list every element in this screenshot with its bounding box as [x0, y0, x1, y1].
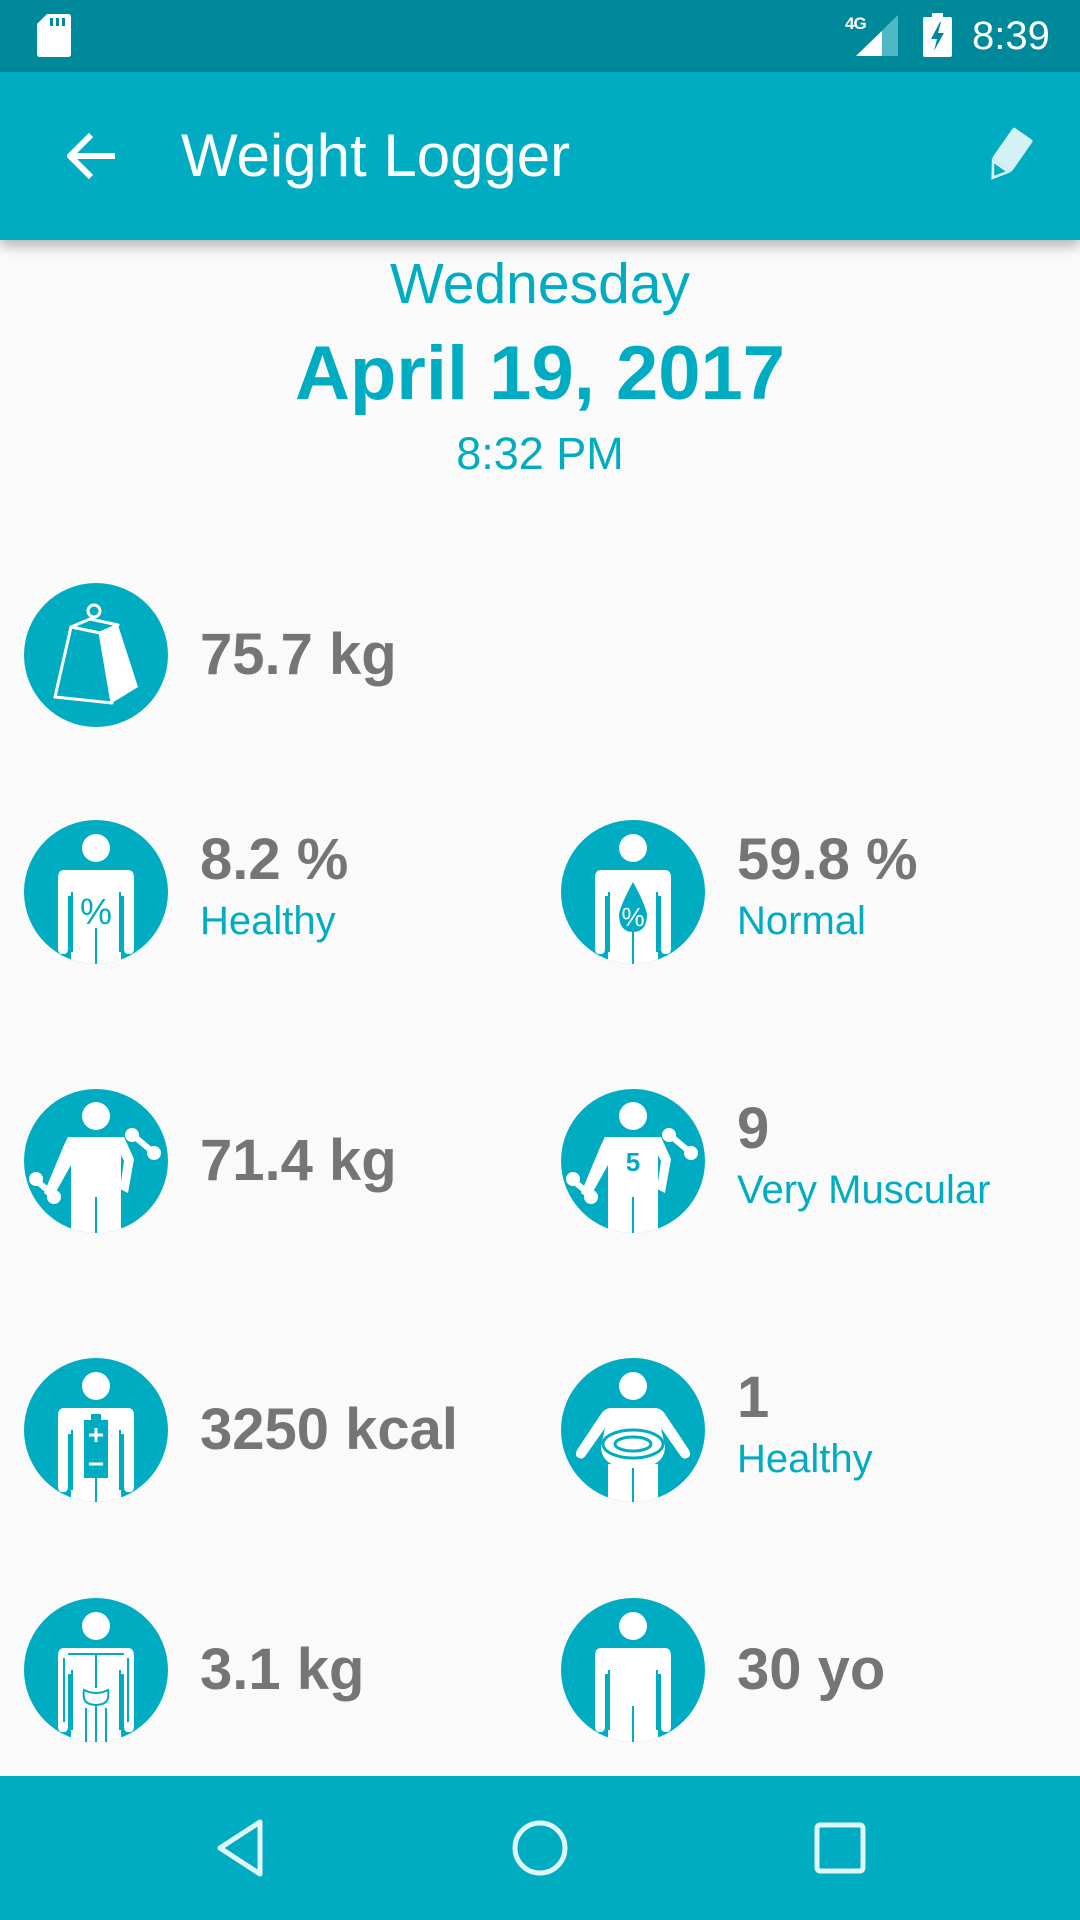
- daily-calories-value: 3250 kcal: [200, 1397, 459, 1462]
- visceral-fat-status: Healthy: [737, 1437, 873, 1481]
- page-title: Weight Logger: [181, 122, 571, 189]
- battery-charging-icon: [923, 13, 952, 57]
- nav-home-button[interactable]: [480, 1800, 600, 1896]
- bone-mass-value: 3.1 kg: [200, 1637, 365, 1702]
- visceral-fat-icon: [561, 1358, 705, 1502]
- back-button[interactable]: [44, 108, 140, 204]
- physique-rating-icon: 5: [561, 1089, 705, 1233]
- entry-date: April 19, 2017: [294, 331, 786, 416]
- age-value: 30 yo: [737, 1637, 886, 1702]
- nav-recents-button[interactable]: [780, 1800, 900, 1896]
- body-fat-status: Healthy: [200, 899, 336, 943]
- body-fat-icon: %: [24, 820, 168, 964]
- physique-rating-value: 9: [737, 1096, 770, 1161]
- pencil-icon: [991, 127, 1033, 180]
- calories-icon: [24, 1358, 168, 1502]
- physique-rating-status: Very Muscular: [737, 1168, 991, 1212]
- body-water-status: Normal: [737, 899, 866, 943]
- back-triangle-icon: [217, 1819, 263, 1877]
- muscle-mass-value: 71.4 kg: [200, 1128, 397, 1193]
- bone-mass-icon: [24, 1598, 168, 1742]
- visceral-fat-value: 1: [737, 1365, 770, 1430]
- svg-text:%: %: [621, 902, 644, 932]
- weight-value: 75.7 kg: [200, 622, 397, 687]
- app-bar: Weight Logger: [0, 72, 1080, 240]
- nav-back-button[interactable]: [180, 1800, 300, 1896]
- arrow-left-icon: [67, 132, 115, 180]
- age-icon: [561, 1598, 705, 1742]
- weight-icon: [24, 583, 168, 727]
- entry-weekday: Wednesday: [390, 252, 690, 316]
- system-nav-bar: [0, 1776, 1080, 1920]
- sd-card-icon: [37, 14, 71, 57]
- recents-square-icon: [814, 1822, 866, 1874]
- status-bar: 4G 8:39: [0, 0, 1080, 72]
- status-time: 8:39: [972, 14, 1050, 58]
- svg-text:%: %: [80, 891, 112, 932]
- signal-icon: [856, 15, 898, 56]
- body-water-icon: %: [561, 820, 705, 964]
- muscle-mass-icon: [24, 1089, 168, 1233]
- edit-button[interactable]: [960, 108, 1056, 204]
- home-circle-icon: [512, 1820, 568, 1876]
- entry-time: 8:32 PM: [456, 428, 624, 479]
- svg-text:5: 5: [626, 1147, 640, 1177]
- body-fat-value: 8.2 %: [200, 827, 349, 892]
- body-water-value: 59.8 %: [737, 827, 918, 892]
